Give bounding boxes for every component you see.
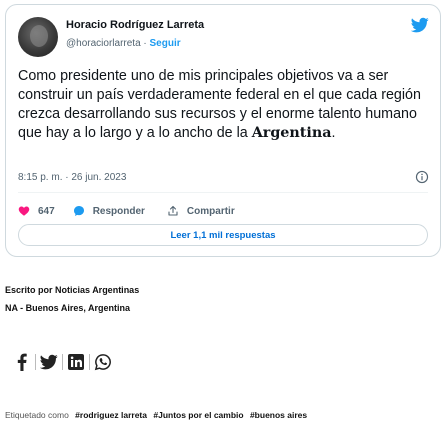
embedded-tweet: Horacio Rodríguez Larreta @horaciorlarre… [5,4,441,257]
avatar[interactable] [18,17,58,57]
tweet-divider [18,192,428,193]
article-location: NA - Buenos Aires, Argentina [5,303,131,313]
handle-separator: · [140,38,150,49]
tweet-text-bold: Argentina [251,125,332,141]
written-by: Escrito por Noticias Argentinas [5,285,140,295]
like-count: 647 [38,205,55,217]
tag-link[interactable]: #buenos aires [250,410,307,420]
tweet-text-main: Como presidente uno de mis principales o… [18,68,421,141]
author-name[interactable]: Horacio Rodríguez Larreta [66,19,204,31]
tweet-actions: 647 Responder Compartir [18,204,257,218]
reply-button[interactable]: Responder [73,205,145,217]
share-upload-icon [168,205,178,216]
tagged-as-label: Etiquetado como [5,410,69,420]
share-separator [89,354,90,370]
tag-link[interactable]: #Juntos por el cambio [153,410,243,420]
share-button[interactable]: Compartir [167,205,235,217]
linkedin-icon[interactable] [66,352,86,372]
follow-button[interactable]: Seguir [150,38,181,49]
share-bar [12,352,113,372]
article-tags: Etiquetado como #rodriguez larreta #Junt… [5,410,307,420]
heart-icon [18,206,30,216]
read-replies-button[interactable]: Leer 1,1 mil respuestas [18,224,428,246]
reply-label: Responder [92,205,145,217]
article-byline: Escrito por Noticias Argentinas NA - Bue… [5,281,139,317]
whatsapp-icon[interactable] [93,352,113,372]
share-label: Compartir [186,205,235,217]
twitter-icon[interactable] [39,352,59,372]
share-separator [35,354,36,370]
like-button[interactable]: 647 [18,205,55,217]
tweet-text: Como presidente uno de mis principales o… [18,67,430,143]
info-icon[interactable] [415,170,429,184]
author-handle[interactable]: @horaciorlarreta [66,38,141,49]
tweet-timestamp[interactable]: 8:15 p. m. · 26 jun. 2023 [18,172,126,183]
handle-row: @horaciorlarreta · Seguir [66,38,181,49]
reply-bubble-icon [73,206,84,216]
facebook-icon[interactable] [12,352,32,372]
twitter-bird-icon[interactable] [411,16,429,34]
share-separator [62,354,63,370]
tag-link[interactable]: #rodriguez larreta [75,410,147,420]
tweet-text-end: . [331,125,336,141]
